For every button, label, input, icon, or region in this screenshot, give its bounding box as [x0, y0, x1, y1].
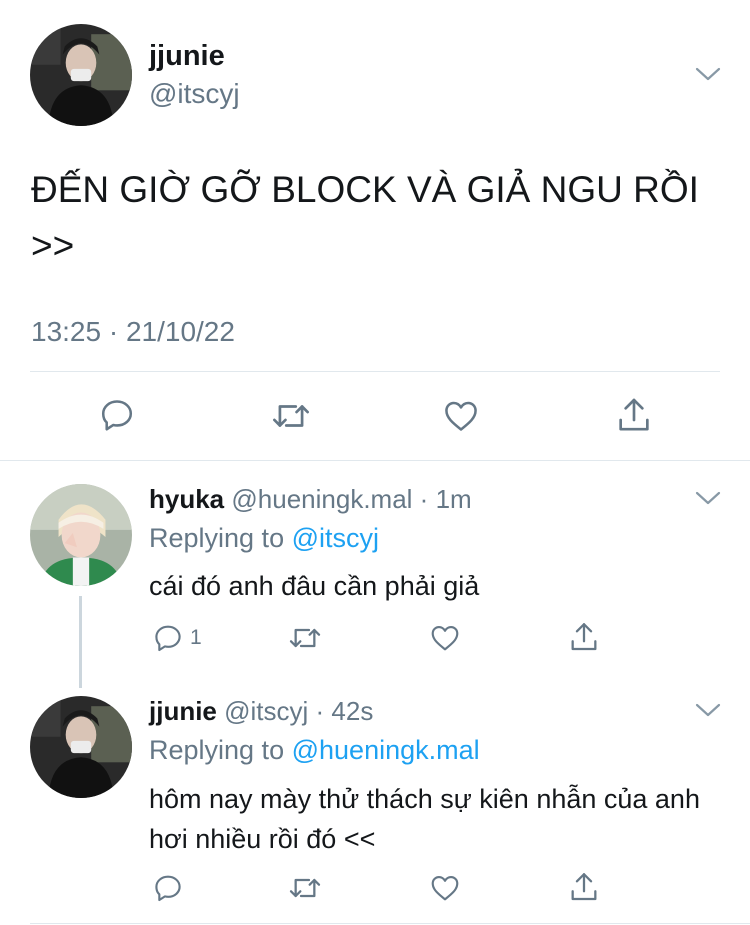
avatar[interactable]: [30, 484, 132, 586]
author-name[interactable]: jjunie: [149, 40, 225, 73]
separator-dot: ·: [308, 696, 332, 726]
share-icon[interactable]: [614, 395, 654, 435]
avatar[interactable]: [30, 696, 132, 798]
author-name[interactable]: hyuka: [149, 484, 224, 514]
replying-to: Replying to @hueningk.mal: [149, 735, 480, 766]
reply-icon[interactable]: [98, 396, 136, 434]
reply-time[interactable]: 42s: [331, 696, 373, 726]
like-icon[interactable]: [428, 622, 462, 654]
mention-link[interactable]: @itscyj: [292, 523, 379, 553]
thread-line: [79, 596, 82, 688]
author-name[interactable]: jjunie: [149, 696, 217, 726]
avatar[interactable]: [30, 24, 132, 126]
reply-icon[interactable]: [152, 872, 184, 904]
reply-header: jjunie @itscyj · 42s: [149, 696, 373, 727]
tweet-text: ĐẾN GIỜ GỠ BLOCK VÀ GIẢ NGU RỒI >>: [31, 169, 699, 266]
reply-count: 1: [190, 626, 202, 649]
reply-time[interactable]: 1m: [436, 484, 472, 514]
mention-link[interactable]: @hueningk.mal: [292, 735, 480, 765]
reply-text: cái đó anh đâu cần phải giả: [149, 571, 480, 601]
retweet-icon[interactable]: [287, 872, 323, 904]
retweet-icon[interactable]: [287, 622, 323, 654]
author-handle[interactable]: @hueningk.mal: [231, 484, 412, 514]
reply-header: hyuka @hueningk.mal · 1m: [149, 484, 472, 515]
like-icon[interactable]: [441, 397, 481, 435]
divider: [30, 923, 750, 924]
tweet-timestamp[interactable]: 13:25 · 21/10/22: [31, 316, 235, 348]
separator-dot: ·: [412, 484, 436, 514]
divider: [30, 371, 720, 372]
author-handle[interactable]: @itscyj: [149, 78, 240, 110]
replying-to: Replying to @itscyj: [149, 523, 379, 554]
author-handle[interactable]: @itscyj: [224, 696, 308, 726]
share-icon[interactable]: [567, 620, 601, 654]
replying-to-label: Replying to: [149, 523, 285, 553]
reply-text: hôm nay mày thử thách sự kiên nhẫn của a…: [149, 784, 700, 854]
share-icon[interactable]: [567, 870, 601, 904]
reply-icon[interactable]: [152, 622, 184, 654]
chevron-down-icon[interactable]: [695, 490, 721, 506]
divider: [0, 460, 750, 461]
like-icon[interactable]: [428, 872, 462, 904]
chevron-down-icon[interactable]: [695, 702, 721, 718]
retweet-icon[interactable]: [270, 397, 312, 435]
chevron-down-icon[interactable]: [695, 66, 721, 82]
replying-to-label: Replying to: [149, 735, 285, 765]
